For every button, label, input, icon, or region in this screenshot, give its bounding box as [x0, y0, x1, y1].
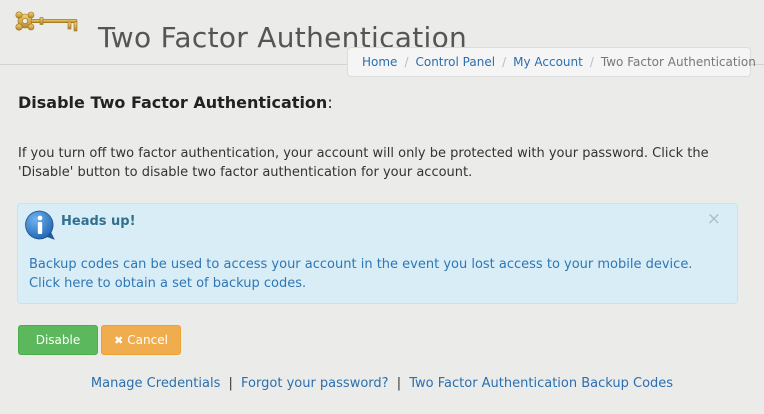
- cancel-icon: ✖: [114, 333, 124, 347]
- footer-separator: |: [228, 376, 233, 391]
- breadcrumb-my-account-link[interactable]: My Account: [513, 55, 583, 69]
- forgot-password-link[interactable]: Forgot your password?: [241, 376, 389, 391]
- breadcrumb-separator: /: [589, 55, 594, 69]
- info-alert: Heads up! × Backup codes can be used to …: [17, 203, 738, 304]
- cancel-button[interactable]: ✖ Cancel: [101, 325, 181, 355]
- alert-backup-codes-text-link[interactable]: Backup codes can be used to access your …: [29, 255, 692, 274]
- breadcrumb-separator: /: [502, 55, 507, 69]
- info-icon: [25, 210, 55, 240]
- alert-body: Backup codes can be used to access your …: [29, 255, 692, 293]
- breadcrumb: Home / Control Panel / My Account / Two …: [347, 47, 756, 77]
- intro-line-2: 'Disable' button to disable two factor a…: [18, 165, 473, 180]
- close-icon[interactable]: ×: [707, 211, 721, 228]
- breadcrumb-control-panel-link[interactable]: Control Panel: [415, 55, 495, 69]
- disable-button[interactable]: Disable: [18, 325, 98, 355]
- intro-line-1: If you turn off two factor authenticatio…: [18, 146, 709, 161]
- backup-codes-link[interactable]: Two Factor Authentication Backup Codes: [409, 376, 673, 391]
- footer-separator: |: [396, 376, 402, 391]
- alert-backup-codes-link[interactable]: Click here to obtain a set of backup cod…: [29, 274, 692, 293]
- footer-links: Manage Credentials | Forgot your passwor…: [0, 376, 764, 391]
- section-heading: Disable Two Factor Authentication:: [18, 93, 333, 112]
- alert-title: Heads up!: [61, 214, 136, 229]
- breadcrumb-separator: /: [404, 55, 409, 69]
- section-heading-colon: :: [327, 93, 333, 112]
- page-header: Two Factor Authentication: [0, 0, 764, 54]
- cancel-button-label: Cancel: [127, 333, 168, 347]
- breadcrumb-current: Two Factor Authentication: [600, 55, 756, 69]
- disable-button-label: Disable: [35, 333, 81, 347]
- intro-text: If you turn off two factor authenticatio…: [18, 144, 738, 182]
- key-icon: [15, 11, 78, 32]
- manage-credentials-link[interactable]: Manage Credentials: [91, 376, 220, 391]
- breadcrumb-home-link[interactable]: Home: [362, 55, 397, 69]
- section-heading-text: Disable Two Factor Authentication: [18, 93, 328, 112]
